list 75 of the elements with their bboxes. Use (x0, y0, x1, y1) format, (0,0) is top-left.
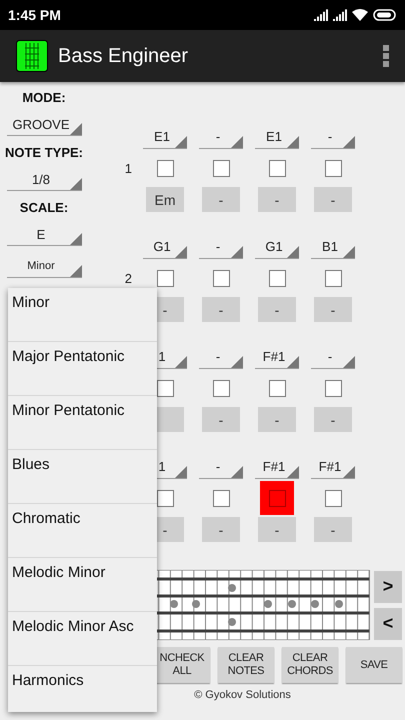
step-checkbox[interactable] (156, 270, 174, 286)
note-dropdown[interactable]: - (199, 456, 243, 478)
step-checkbox[interactable] (156, 160, 174, 176)
chord-button[interactable]: - (202, 517, 240, 542)
step-checkbox[interactable] (156, 490, 174, 506)
chord-button[interactable]: - (202, 407, 240, 432)
note-dropdown[interactable]: - (199, 236, 243, 258)
note-dropdown[interactable]: - (311, 126, 355, 148)
step-checkbox[interactable] (324, 490, 342, 506)
chord-button[interactable]: - (314, 187, 352, 212)
note-dropdown[interactable]: - (311, 346, 355, 368)
note-dropdown[interactable]: - (199, 126, 243, 148)
action-button[interactable]: SAVE (346, 647, 402, 683)
setting-dropdown[interactable]: 1/8 (6, 168, 82, 191)
step-checkbox[interactable] (324, 380, 342, 396)
step-checkbox[interactable] (268, 380, 286, 396)
signal-icon (333, 9, 347, 21)
step-checkbox[interactable] (324, 270, 342, 286)
chord-button[interactable]: - (314, 407, 352, 432)
chord-button[interactable]: - (314, 297, 352, 322)
chord-button[interactable]: - (202, 187, 240, 212)
dropdown-option[interactable]: Major Pentatonic (8, 342, 157, 396)
app-logo-icon (16, 40, 48, 72)
step-checkbox[interactable] (212, 160, 230, 176)
chord-button[interactable]: - (314, 517, 352, 542)
step-checkbox[interactable] (268, 490, 286, 506)
previous-button[interactable]: < (374, 608, 402, 640)
step-checkbox[interactable] (212, 490, 230, 506)
battery-icon (373, 9, 397, 21)
dropdown-option[interactable]: Chromatic (8, 504, 157, 558)
chord-button[interactable]: - (258, 187, 296, 212)
overflow-menu-icon[interactable] (383, 45, 389, 67)
step-checkbox[interactable] (156, 380, 174, 396)
setting-label: MODE: (22, 90, 66, 105)
note-dropdown[interactable]: G1 (255, 236, 299, 258)
setting-dropdown[interactable]: GROOVE (6, 113, 82, 136)
signal-icon (314, 9, 328, 21)
setting-label: NOTE TYPE: (4, 145, 83, 160)
note-dropdown[interactable]: E1 (143, 126, 187, 148)
step-checkbox[interactable] (268, 270, 286, 286)
setting-dropdown[interactable]: E (6, 223, 82, 246)
chord-button[interactable]: - (202, 297, 240, 322)
note-dropdown[interactable]: - (199, 346, 243, 368)
dropdown-option[interactable]: Minor Pentatonic (8, 396, 157, 450)
dropdown-option[interactable]: Minor (8, 288, 157, 342)
chord-button[interactable]: - (258, 297, 296, 322)
app-title: Bass Engineer (58, 44, 190, 68)
step-checkbox[interactable] (212, 380, 230, 396)
dropdown-option[interactable]: Blues (8, 450, 157, 504)
dropdown-option[interactable]: Harmonics (8, 666, 157, 712)
setting-label: SCALE: (20, 200, 68, 215)
dropdown-option[interactable]: Melodic Minor Asc (8, 612, 157, 666)
chord-button[interactable]: - (258, 517, 296, 542)
bar-number: 2 (124, 270, 132, 286)
action-button[interactable]: CLEAR NOTES (218, 647, 274, 683)
note-dropdown[interactable]: F#1 (255, 346, 299, 368)
action-button[interactable]: CLEAR CHORDS (282, 647, 338, 683)
note-dropdown[interactable]: G1 (143, 236, 187, 258)
step-checkbox[interactable] (212, 270, 230, 286)
chord-button[interactable]: - (258, 407, 296, 432)
status-time: 1:45 PM (8, 7, 61, 23)
note-dropdown[interactable]: F#1 (255, 456, 299, 478)
footer-text: © Gyokov Solutions (194, 689, 291, 701)
action-button[interactable]: NCHECK ALL (154, 647, 210, 683)
next-button[interactable]: > (374, 570, 402, 602)
step-checkbox[interactable] (324, 160, 342, 176)
step-checkbox[interactable] (268, 160, 286, 176)
dropdown-option[interactable]: Melodic Minor (8, 558, 157, 612)
setting-dropdown[interactable]: Minor (6, 255, 82, 278)
chord-button[interactable]: Em (146, 187, 184, 212)
note-dropdown[interactable]: F#1 (311, 456, 355, 478)
wifi-icon (352, 9, 368, 21)
note-dropdown[interactable]: B1 (311, 236, 355, 258)
bar-number: 1 (124, 160, 132, 176)
note-dropdown[interactable]: E1 (255, 126, 299, 148)
